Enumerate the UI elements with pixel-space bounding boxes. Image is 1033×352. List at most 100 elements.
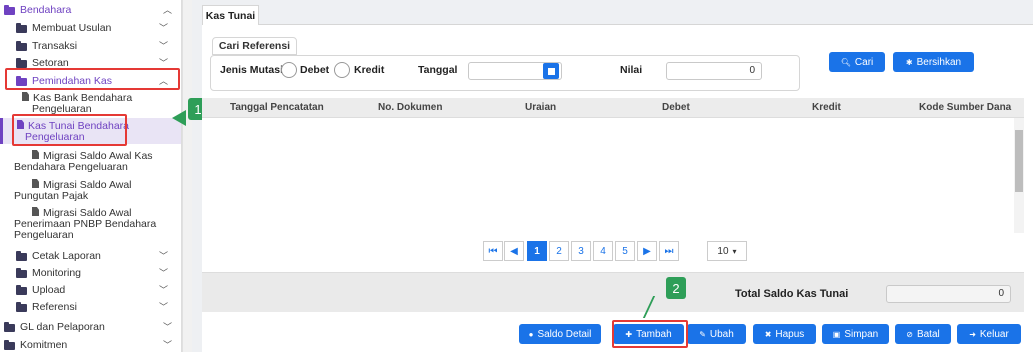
debet-radio[interactable] xyxy=(281,62,297,78)
table-scrollbar[interactable] xyxy=(1014,118,1024,233)
sidebar-item-label: Membuat Usulan xyxy=(32,22,112,34)
simpan-button[interactable]: ▣ Simpan xyxy=(822,324,889,344)
chevron-down-icon: ﹀ xyxy=(158,41,168,51)
sidebar-item-upload[interactable]: Upload ﹀ xyxy=(16,284,181,296)
saldo-detail-button[interactable]: ● Saldo Detail xyxy=(519,324,601,344)
folder-icon xyxy=(4,339,15,350)
sidebar-item-label: Bendahara xyxy=(20,4,72,16)
chevron-down-icon: ﹀ xyxy=(158,23,168,33)
save-icon: ▣ xyxy=(832,329,841,339)
sidebar-item-label: GL dan Pelaporan xyxy=(20,321,105,333)
tab-kas-tunai[interactable]: Kas Tunai xyxy=(202,5,259,25)
search-icon: 🔍︎ xyxy=(840,57,851,67)
filter-legend: Cari Referensi xyxy=(212,37,297,55)
table-body xyxy=(202,118,1014,228)
folder-icon xyxy=(16,57,27,68)
sidebar-item-label: Upload xyxy=(32,284,66,296)
page-1-button[interactable]: 1 xyxy=(527,241,547,261)
tanggal-label: Tanggal xyxy=(418,64,458,76)
nilai-label: Nilai xyxy=(620,64,643,76)
page-first-button[interactable]: ⏮ xyxy=(483,241,503,261)
step-badge-2: 2 xyxy=(666,277,686,299)
sidebar-item-label: Referensi xyxy=(32,301,77,313)
sidebar-item-label: Monitoring xyxy=(32,267,82,279)
highlight-tambah xyxy=(612,320,688,348)
page-3-button[interactable]: 3 xyxy=(571,241,591,261)
cancel-icon: ⊘ xyxy=(906,329,913,339)
file-icon xyxy=(22,92,29,101)
column-header: Kode Sumber Dana xyxy=(919,102,1012,113)
sidebar-item-komitmen[interactable]: Komitmen ﹀ xyxy=(4,339,181,351)
cari-button[interactable]: 🔍︎ Cari xyxy=(829,52,885,72)
page-last-button[interactable]: ⏭ xyxy=(659,241,679,261)
sidebar-item-migrasi-pajak[interactable]: Migrasi Saldo Awal Pungutan Pajak xyxy=(4,179,181,202)
sidebar-item-transaksi[interactable]: Transaksi ﹀ xyxy=(16,40,181,52)
chevron-down-icon: ▾ xyxy=(732,246,737,256)
folder-icon xyxy=(16,284,27,295)
sidebar-item-label: Komitmen xyxy=(20,339,68,351)
chevron-down-icon: ﹀ xyxy=(162,340,172,350)
sidebar-item-label: Transaksi xyxy=(32,40,78,52)
sidebar-item-bendahara[interactable]: Bendahara ︿ xyxy=(4,4,181,16)
page-next-button[interactable]: ▶ xyxy=(637,241,657,261)
chevron-down-icon: ﹀ xyxy=(158,302,168,312)
page-5-button[interactable]: 5 xyxy=(615,241,635,261)
page-2-button[interactable]: 2 xyxy=(549,241,569,261)
folder-icon xyxy=(16,301,27,312)
kredit-radio[interactable] xyxy=(334,62,350,78)
sidebar-item-label: Cetak Laporan xyxy=(32,250,101,262)
sidebar-item-migrasi-pnbp[interactable]: Migrasi Saldo Awal Penerimaan PNBP Benda… xyxy=(4,207,181,241)
info-icon: ● xyxy=(528,329,534,339)
highlight-kas-tunai xyxy=(12,114,127,146)
column-header: Uraian xyxy=(525,102,557,113)
per-page-select[interactable]: 10 ▾ xyxy=(707,241,747,261)
sidebar-scrollbar[interactable] xyxy=(182,0,192,352)
sidebar-item-migrasi-kas[interactable]: Migrasi Saldo Awal Kas Bendahara Pengelu… xyxy=(4,150,181,173)
chevron-down-icon: ﹀ xyxy=(158,285,168,295)
kredit-label: Kredit xyxy=(354,64,385,76)
delete-icon: ✖ xyxy=(764,329,772,339)
sidebar-item-cetak-laporan[interactable]: Cetak Laporan ﹀ xyxy=(16,250,181,262)
pencil-icon: ✎ xyxy=(699,329,706,339)
sidebar-item-label: Migrasi Saldo Awal Pungutan Pajak xyxy=(14,179,132,202)
chevron-down-icon: ﹀ xyxy=(158,268,168,278)
total-label: Total Saldo Kas Tunai xyxy=(735,288,849,300)
sidebar-item-kas-bank[interactable]: Kas Bank Bendahara Pengeluaran xyxy=(4,92,164,115)
file-icon xyxy=(32,207,39,216)
debet-label: Debet xyxy=(300,64,330,76)
bersihkan-button[interactable]: ✱ Bersihkan xyxy=(893,52,974,72)
batal-button[interactable]: ⊘ Batal xyxy=(895,324,951,344)
main-content: Kas Tunai Cari Referensi Jenis Mutasi De… xyxy=(192,0,1033,352)
page-4-button[interactable]: 4 xyxy=(593,241,613,261)
page-prev-button[interactable]: ◀ xyxy=(504,241,524,261)
file-icon xyxy=(32,150,39,159)
hapus-button[interactable]: ✖ Hapus xyxy=(753,324,816,344)
folder-icon xyxy=(16,40,27,51)
sidebar-item-membuat-usulan[interactable]: Membuat Usulan ﹀ xyxy=(16,22,181,34)
badge-pointer xyxy=(172,110,186,126)
sidebar-item-referensi[interactable]: Referensi ﹀ xyxy=(16,301,181,313)
file-icon xyxy=(32,179,39,188)
sidebar-item-label: Kas Bank Bendahara Pengeluaran xyxy=(32,92,133,115)
column-header: Tanggal Pencatatan xyxy=(230,102,324,113)
sidebar-item-gl-pelaporan[interactable]: GL dan Pelaporan ﹀ xyxy=(4,321,181,333)
highlight-pemindahan-kas xyxy=(5,68,180,90)
keluar-button[interactable]: ➜ Keluar xyxy=(957,324,1021,344)
column-header: Kredit xyxy=(812,102,841,113)
jenis-mutasi-label: Jenis Mutasi xyxy=(220,64,284,76)
folder-icon xyxy=(16,267,27,278)
table-header: Tanggal Pencatatan No. Dokumen Uraian De… xyxy=(202,98,1024,118)
calendar-icon[interactable] xyxy=(543,63,559,79)
chevron-down-icon: ﹀ xyxy=(158,251,168,261)
total-value: 0 xyxy=(886,285,1011,303)
folder-icon xyxy=(16,250,27,261)
folder-icon xyxy=(4,4,15,15)
folder-icon xyxy=(4,321,15,332)
sidebar: Bendahara ︿ Membuat Usulan ﹀ Transaksi ﹀… xyxy=(0,0,182,352)
refresh-icon: ✱ xyxy=(905,57,913,67)
sidebar-item-monitoring[interactable]: Monitoring ﹀ xyxy=(16,267,181,279)
ubah-button[interactable]: ✎ Ubah xyxy=(687,324,746,344)
nilai-input[interactable]: 0 xyxy=(666,62,762,80)
scrollbar-thumb[interactable] xyxy=(1015,130,1023,192)
folder-icon xyxy=(16,22,27,33)
